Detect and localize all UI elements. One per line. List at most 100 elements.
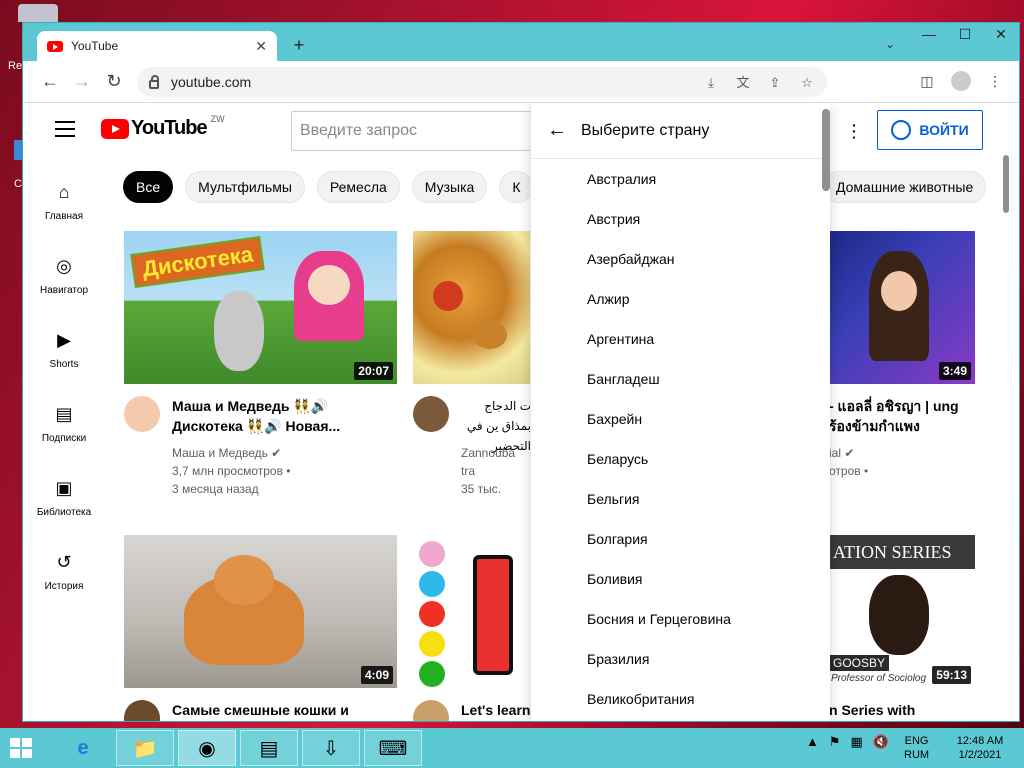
video-title[interactable]: Let's learn bbox=[461, 700, 530, 720]
video-card[interactable]: ATION SERIES GOOSBY Professor of Sociolo… bbox=[829, 535, 975, 721]
guide-item-subscriptions[interactable]: ▤ Подписки bbox=[23, 403, 105, 444]
lock-icon[interactable] bbox=[149, 74, 159, 89]
country-item[interactable]: Алжир bbox=[531, 279, 817, 319]
video-card[interactable]: 4:09 Самые смешные кошки и bbox=[124, 535, 397, 721]
country-item[interactable]: Беларусь bbox=[531, 439, 817, 479]
translate-icon[interactable]: 文 bbox=[733, 73, 753, 93]
keyboard-app-icon[interactable]: ⌨ bbox=[364, 730, 422, 766]
video-card[interactable]: ت الدجاج بمذاق ين في التحضير Zannouba tr… bbox=[413, 231, 530, 501]
page-scrollbar[interactable] bbox=[1003, 155, 1009, 213]
country-item[interactable]: Азербайджан bbox=[531, 239, 817, 279]
video-thumbnail[interactable] bbox=[413, 535, 530, 688]
video-card[interactable]: 3:49 - แอลลี่ อชิรญา | ung ร้องข้ามกำแพง… bbox=[829, 231, 975, 501]
hamburger-menu-icon[interactable] bbox=[55, 121, 75, 142]
video-card[interactable]: Let's learn bbox=[413, 535, 530, 721]
share-icon[interactable]: ⇪ bbox=[765, 73, 785, 93]
volume-muted-icon[interactable]: 🔇 bbox=[873, 734, 889, 750]
chip-pets[interactable]: Домашние животные bbox=[823, 171, 987, 203]
video-thumbnail[interactable] bbox=[413, 231, 530, 384]
download-app-icon[interactable]: ⇩ bbox=[302, 730, 360, 766]
settings-more-icon[interactable]: ⋮ bbox=[845, 121, 863, 142]
taskbar: e 📁 ◉ ▤ ⇩ ⌨ ▲ ⚑ ▦ 🔇 ENG RUM 12:48 AM 1/2… bbox=[0, 728, 1024, 768]
chip-k[interactable]: К bbox=[499, 171, 534, 203]
country-item[interactable]: Австралия bbox=[531, 159, 817, 199]
internet-explorer-icon[interactable]: e bbox=[54, 730, 112, 766]
video-title[interactable]: - แอลลี่ อชิรญา | ung ร้องข้ามกำแพง bbox=[829, 396, 975, 436]
yellow-dot-decoration bbox=[419, 631, 445, 657]
country-item[interactable]: Австрия bbox=[531, 199, 817, 239]
desktop-label: Re bbox=[8, 60, 23, 72]
back-arrow-icon[interactable]: ← bbox=[547, 119, 569, 142]
video-thumbnail[interactable]: 4:09 bbox=[124, 535, 397, 688]
close-button[interactable]: ✕ bbox=[983, 23, 1019, 47]
side-panel-icon[interactable]: ◫ bbox=[917, 73, 937, 90]
chip-music[interactable]: Музыка bbox=[411, 171, 488, 203]
guide-item-history[interactable]: ↺ История bbox=[23, 551, 105, 592]
clock[interactable]: 12:48 AM 1/2/2021 bbox=[950, 734, 1010, 762]
browser-toolbar: ← → ↻ youtube.com ⤓ 文 ⇪ ☆ ◫ ⋮ bbox=[23, 61, 1019, 103]
tab-close-icon[interactable]: ✕ bbox=[255, 38, 267, 55]
document-app-icon[interactable]: ▤ bbox=[240, 730, 298, 766]
guide-item-explore[interactable]: ◎ Навигатор bbox=[23, 255, 105, 296]
country-item[interactable]: Бахрейн bbox=[531, 399, 817, 439]
tray-chevron-icon[interactable]: ▲ bbox=[806, 734, 819, 750]
input-language[interactable]: ENG RUM bbox=[904, 734, 929, 762]
windows-start-icon[interactable] bbox=[10, 738, 34, 758]
guide-label: Навигатор bbox=[39, 285, 89, 296]
address-bar[interactable]: youtube.com ⤓ 文 ⇪ ☆ bbox=[137, 67, 827, 97]
channel-avatar[interactable] bbox=[413, 396, 449, 432]
channel-avatar[interactable] bbox=[124, 700, 160, 721]
shorts-icon: ▶ bbox=[57, 330, 71, 350]
signin-button[interactable]: ВОЙТИ bbox=[877, 110, 983, 150]
channel-name[interactable]: Маша и Медведь ✔ bbox=[172, 444, 291, 462]
video-thumbnail[interactable]: 3:49 bbox=[829, 231, 975, 384]
file-explorer-icon[interactable]: 📁 bbox=[116, 730, 174, 766]
country-item[interactable]: Бразилия bbox=[531, 639, 817, 679]
recycle-bin-icon[interactable] bbox=[18, 4, 58, 22]
chip-cartoons[interactable]: Мультфильмы bbox=[185, 171, 305, 203]
guide-item-library[interactable]: ▣ Библиотека bbox=[23, 477, 105, 518]
channel-name[interactable]: ial ✔ bbox=[829, 444, 868, 462]
guide-sidebar: ⌂ Главная ◎ Навигатор ▶ Shorts ▤ Подписк… bbox=[23, 159, 105, 719]
install-icon[interactable]: ⤓ bbox=[701, 73, 721, 93]
bookmark-star-icon[interactable]: ☆ bbox=[797, 73, 817, 93]
video-card[interactable]: Дискотека 20:07 Маша и Медведь 👯🔊 Дискот… bbox=[124, 231, 397, 501]
browser-menu-icon[interactable]: ⋮ bbox=[985, 73, 1005, 90]
channel-name[interactable]: Zannouba tra bbox=[461, 444, 530, 480]
channel-avatar[interactable] bbox=[124, 396, 160, 432]
guide-item-shorts[interactable]: ▶ Shorts bbox=[23, 329, 105, 370]
country-item[interactable]: Босния и Герцеговина bbox=[531, 599, 817, 639]
video-thumbnail[interactable]: ATION SERIES GOOSBY Professor of Sociolo… bbox=[829, 535, 975, 688]
profile-avatar-icon[interactable] bbox=[951, 71, 971, 91]
network-icon[interactable]: ▦ bbox=[851, 734, 863, 750]
tab-youtube[interactable]: YouTube ✕ bbox=[37, 31, 277, 61]
youtube-logo[interactable]: YouTube ZW bbox=[101, 114, 225, 140]
chip-crafts[interactable]: Ремесла bbox=[316, 171, 400, 203]
video-title[interactable]: Самые смешные кошки и bbox=[172, 700, 392, 720]
country-item[interactable]: Бельгия bbox=[531, 479, 817, 519]
reload-icon[interactable]: ↻ bbox=[103, 71, 125, 92]
url-text: youtube.com bbox=[171, 74, 252, 90]
flag-icon[interactable]: ⚑ bbox=[829, 734, 841, 750]
country-item[interactable]: Великобритания bbox=[531, 679, 817, 719]
video-title[interactable]: Маша и Медведь 👯🔊 Дискотека 👯🔊 Новая... bbox=[172, 396, 392, 436]
country-scrollbar[interactable] bbox=[822, 109, 830, 191]
tab-search-chevron-icon[interactable]: ⌄ bbox=[885, 37, 895, 51]
country-item[interactable]: Аргентина bbox=[531, 319, 817, 359]
minimize-button[interactable]: — bbox=[911, 23, 947, 47]
chip-all[interactable]: Все bbox=[123, 171, 174, 203]
back-arrow-icon[interactable]: ← bbox=[39, 71, 61, 92]
guide-item-home[interactable]: ⌂ Главная bbox=[23, 181, 105, 222]
maximize-button[interactable]: ☐ bbox=[947, 23, 983, 47]
country-item[interactable]: Болгария bbox=[531, 519, 817, 559]
channel-avatar[interactable] bbox=[413, 700, 449, 721]
country-item[interactable]: Бангладеш bbox=[531, 359, 817, 399]
video-thumbnail[interactable]: Дискотека 20:07 bbox=[124, 231, 397, 384]
search-input[interactable]: Введите запрос bbox=[291, 111, 531, 151]
forward-arrow-icon[interactable]: → bbox=[71, 71, 93, 92]
green-dot-decoration bbox=[419, 661, 445, 687]
chrome-icon[interactable]: ◉ bbox=[178, 730, 236, 766]
video-title[interactable]: n Series with bbox=[829, 700, 975, 720]
country-item[interactable]: Боливия bbox=[531, 559, 817, 599]
new-tab-button[interactable]: + bbox=[289, 35, 309, 56]
